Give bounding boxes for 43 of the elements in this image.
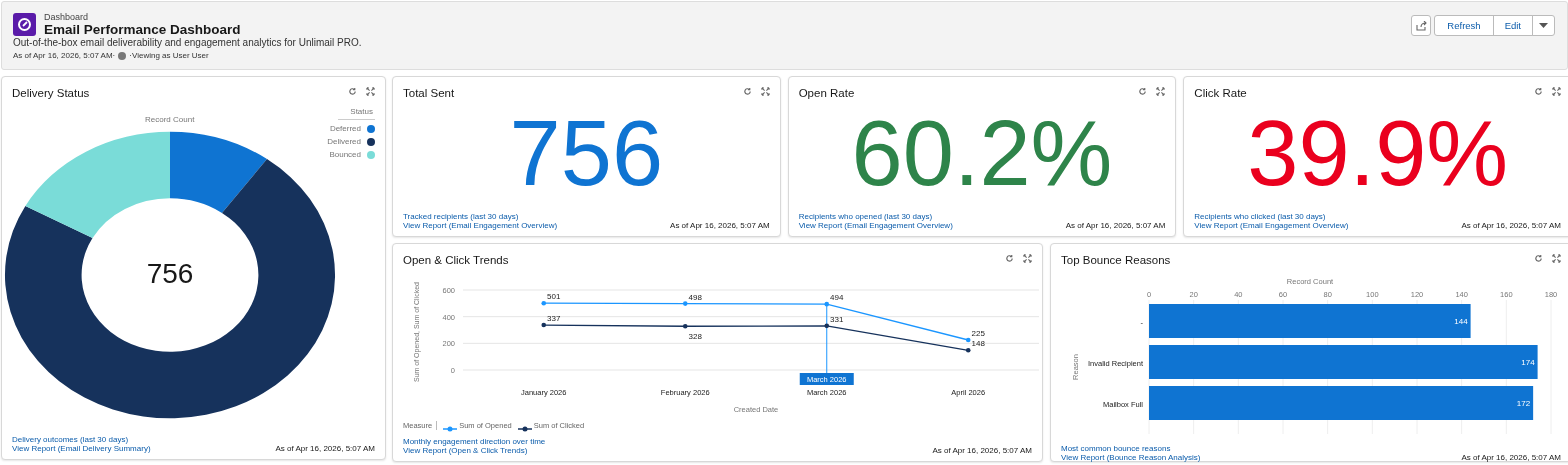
widget-title: Delivery Status	[12, 87, 90, 99]
widget-title: Click Rate	[1194, 87, 1247, 99]
widget-description: Recipients who clicked (last 30 days)	[1194, 212, 1327, 221]
dashboard-title: Email Performance Dashboard	[44, 22, 241, 37]
widget-description: Tracked recipients (last 30 days)	[403, 212, 520, 221]
data-label: 148	[971, 339, 985, 349]
data-label: 337	[547, 314, 561, 324]
as-of-text: As of Apr 16, 2026, 5:07 AM·	[13, 51, 116, 60]
widget-description: Monthly engagement direction over time	[403, 437, 546, 446]
data-label: 225	[971, 329, 985, 338]
metric-value: 39.9%	[1247, 106, 1509, 199]
legend-label: Deferred	[329, 124, 361, 133]
widget-title: Open Rate	[798, 87, 855, 99]
legend-label: Delivered	[327, 137, 361, 146]
timestamp: As of Apr 16, 2026, 5:07 AM	[1065, 221, 1166, 230]
legend-label: Bounced	[329, 150, 361, 159]
widget-title: Total Sent	[403, 87, 455, 99]
chart-title: Record Count	[145, 115, 195, 124]
widget-description: Most common bounce reasons	[1061, 444, 1172, 453]
data-label: 328	[688, 332, 702, 342]
widget-description: Recipients who opened (last 30 days)	[798, 212, 934, 221]
dashboard-description: Out-of-the-box email deliverability and engagement analytics for Unlimail PRO.	[13, 37, 362, 48]
data-label: 494	[830, 293, 844, 303]
legend-title: Status	[338, 107, 375, 120]
data-label: 144	[1454, 317, 1468, 326]
metric-value: 60.2%	[851, 106, 1113, 199]
widget-title: Top Bounce Reasons	[1061, 254, 1171, 266]
viewing-as-text: ·Viewing as User User	[129, 51, 209, 60]
timestamp: As of Apr 16, 2026, 5:07 AM	[1461, 221, 1561, 230]
widget-description: Delivery outcomes (last 30 days)	[12, 435, 130, 444]
data-label: 498	[688, 292, 702, 302]
timestamp: As of Apr 16, 2026, 5:07 AM	[670, 221, 770, 230]
breadcrumb: Dashboard	[44, 12, 90, 22]
widget-title: Open & Click Trends	[403, 254, 509, 266]
timestamp: As of Apr 16, 2026, 5:07 AM	[275, 444, 375, 453]
center-total: 756	[145, 258, 195, 290]
data-label: 331	[830, 314, 844, 324]
data-label: 174	[1521, 358, 1535, 367]
data-label: 501	[547, 292, 561, 302]
timestamp: As of Apr 16, 2026, 5:07 AM	[1461, 453, 1561, 462]
metric-value: 756	[509, 106, 664, 199]
timestamp: As of Apr 16, 2026, 5:07 AM	[932, 446, 1032, 455]
data-label: 172	[1516, 399, 1531, 408]
